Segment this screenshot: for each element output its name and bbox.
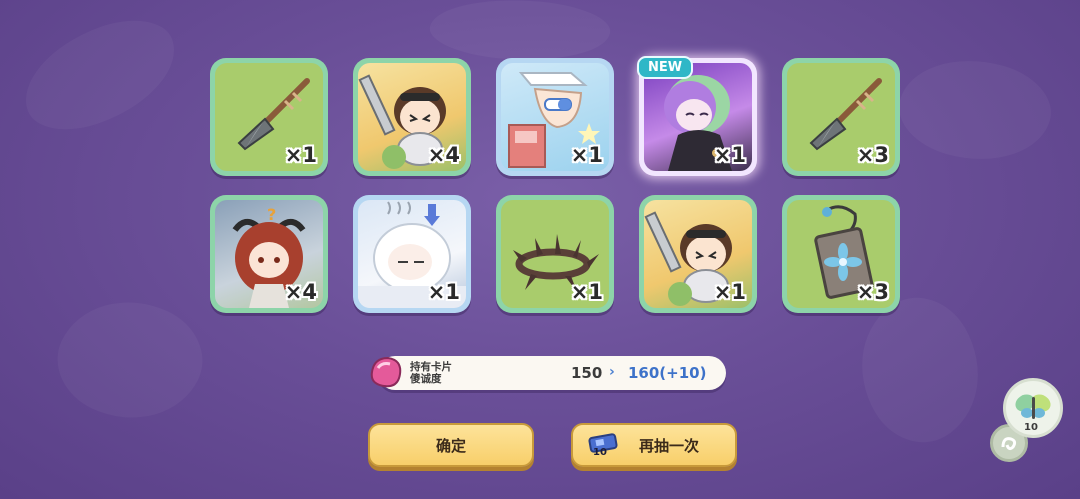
svg-text:?: ? bbox=[267, 205, 276, 224]
background-leaf bbox=[889, 42, 1061, 178]
background-leaf bbox=[9, 5, 191, 145]
affinity-new-value: 160(+10) bbox=[628, 364, 707, 382]
reward-card[interactable]: ×1 bbox=[353, 195, 471, 313]
reward-card[interactable]: NEW ×1 bbox=[637, 56, 757, 176]
affinity-label: 持有卡片 傻诚度 bbox=[410, 361, 480, 385]
quantity-label: ×3 bbox=[856, 280, 889, 304]
reward-card[interactable]: ×3 bbox=[782, 58, 900, 176]
background-leaf bbox=[41, 276, 219, 444]
confirm-button[interactable]: 确定 bbox=[368, 423, 534, 467]
quantity-label: ×3 bbox=[856, 143, 889, 167]
pink-gem-icon bbox=[370, 356, 402, 388]
quantity-label: ×1 bbox=[713, 143, 746, 167]
card-art: ×1 bbox=[644, 200, 752, 308]
affinity-old-value: 150 bbox=[571, 364, 603, 382]
quantity-label: ×4 bbox=[427, 143, 460, 167]
reward-card[interactable]: ×1 bbox=[496, 58, 614, 176]
card-art: ? ×4 bbox=[215, 200, 323, 308]
card-art: ×1 bbox=[215, 63, 323, 171]
card-art: ×3 bbox=[787, 200, 895, 308]
reward-card[interactable]: ×4 bbox=[353, 58, 471, 176]
affinity-label-line2: 傻诚度 bbox=[410, 373, 442, 385]
quantity-label: ×1 bbox=[713, 280, 746, 304]
side-badge-count: 10 bbox=[1024, 422, 1038, 433]
quantity-label: ×1 bbox=[427, 280, 460, 304]
card-art: ×1 bbox=[501, 63, 609, 171]
reward-grid: ×1 ×4 ×1 NEW ×1 ×3 ? ×4 ×1 ×1 ×1 ×3 bbox=[210, 56, 900, 314]
reward-card[interactable]: ×3 bbox=[782, 195, 900, 313]
quantity-label: ×1 bbox=[570, 280, 603, 304]
card-art: ×3 bbox=[787, 63, 895, 171]
draw-again-button-label: 再抽一次 bbox=[638, 436, 699, 455]
card-art: ×4 bbox=[358, 63, 466, 171]
card-art: ×1 bbox=[644, 63, 752, 171]
affinity-label-line1: 持有卡片 bbox=[410, 361, 452, 373]
quantity-label: ×4 bbox=[284, 280, 317, 304]
arrow-right-icon: › bbox=[609, 364, 615, 380]
ticket-count: 10 bbox=[593, 447, 607, 458]
card-art: ×1 bbox=[358, 200, 466, 308]
reward-card[interactable]: ×1 bbox=[210, 58, 328, 176]
card-art: ×1 bbox=[501, 200, 609, 308]
quantity-label: ×1 bbox=[570, 143, 603, 167]
new-badge: NEW bbox=[637, 56, 694, 79]
reward-card[interactable]: ×1 bbox=[639, 195, 757, 313]
confirm-button-label: 确定 bbox=[435, 436, 466, 455]
reward-card[interactable]: ×1 bbox=[496, 195, 614, 313]
quantity-label: ×1 bbox=[284, 143, 317, 167]
reward-card[interactable]: ? ×4 bbox=[210, 195, 328, 313]
